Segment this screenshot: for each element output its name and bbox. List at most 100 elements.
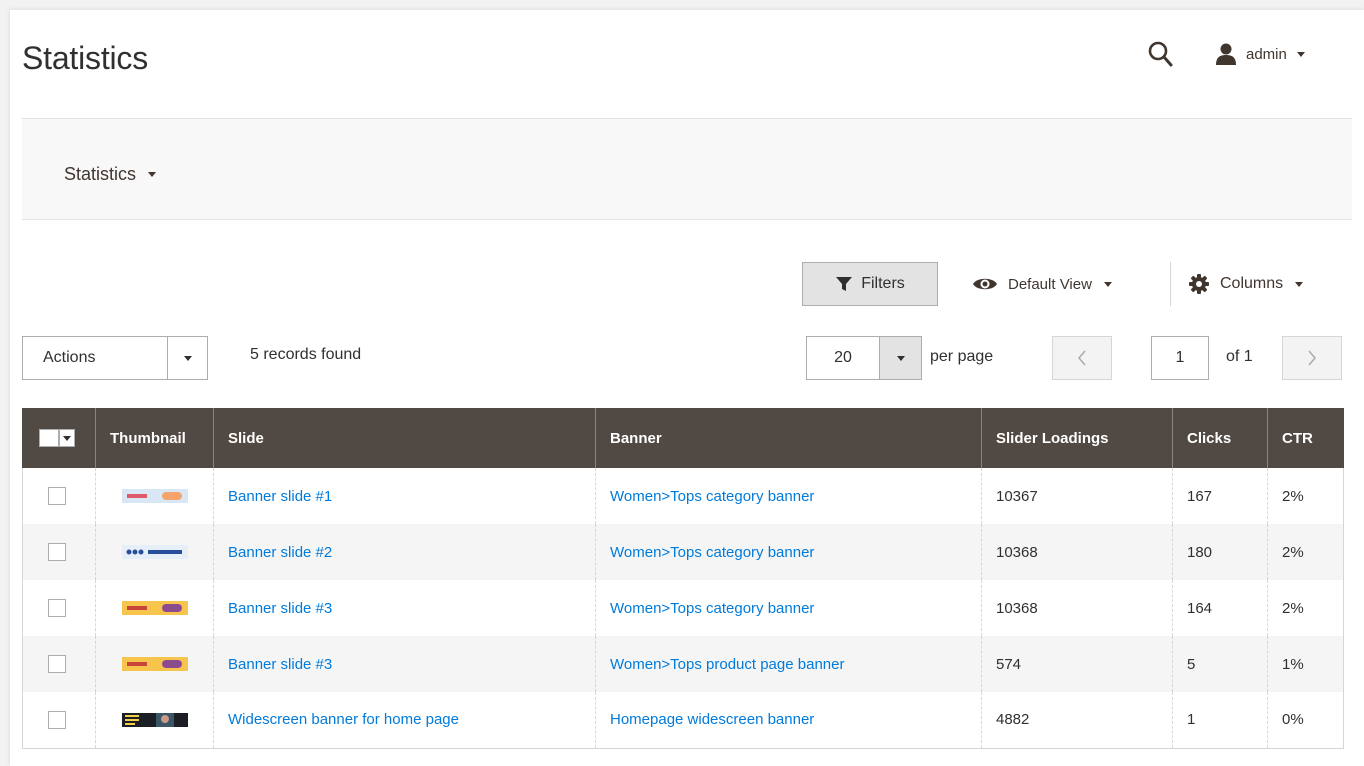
row-checkbox[interactable] (48, 487, 66, 505)
banner-link[interactable]: Women>Tops category banner (610, 488, 814, 505)
user-icon (1216, 43, 1236, 65)
column-header-ctr[interactable]: CTR (1267, 408, 1344, 468)
banner-cell: Women>Tops category banner (595, 580, 982, 636)
ctr-cell: 2% (1267, 580, 1344, 636)
filters-label: Filters (861, 275, 905, 292)
per-page-dropdown-arrow[interactable] (879, 337, 921, 379)
banner-cell: Women>Tops product page banner (595, 636, 982, 692)
clicks-cell: 164 (1172, 580, 1268, 636)
admin-username: admin (1246, 45, 1287, 63)
total-pages: of 1 (1226, 348, 1253, 365)
slider-loadings-cell: 10368 (981, 580, 1173, 636)
row-checkbox[interactable] (48, 543, 66, 561)
row-select-cell (22, 468, 96, 524)
table-row: Widescreen banner for home page Homepage… (22, 692, 1344, 749)
slide-link[interactable]: Banner slide #3 (228, 600, 332, 617)
mass-select-header (22, 408, 96, 468)
chevron-down-icon (1103, 281, 1112, 287)
actions-dropdown[interactable]: Actions (22, 336, 208, 380)
row-checkbox[interactable] (48, 710, 66, 729)
table-row: Banner slide #2 Women>Tops category bann… (22, 524, 1344, 580)
clicks-cell: 1 (1172, 692, 1268, 749)
slider-loadings-cell: 574 (981, 636, 1173, 692)
clicks-cell: 180 (1172, 524, 1268, 580)
chevron-down-icon (63, 435, 71, 441)
slide-cell: Banner slide #1 (213, 468, 596, 524)
default-view-menu[interactable]: Default View (972, 270, 1112, 298)
banner-thumb-red (121, 489, 188, 503)
column-header-clicks[interactable]: Clicks (1172, 408, 1268, 468)
banner-thumb-dark (121, 712, 188, 727)
banner-cell: Women>Tops category banner (595, 524, 982, 580)
filter-icon (836, 277, 853, 291)
mass-select-checkbox[interactable] (39, 429, 81, 447)
chevron-down-icon (896, 355, 905, 361)
slide-cell: Banner slide #3 (213, 636, 596, 692)
chevron-down-icon (1295, 281, 1304, 287)
eye-icon (973, 278, 997, 290)
banner-cell: Homepage widescreen banner (595, 692, 982, 749)
mass-select-box[interactable] (39, 429, 59, 447)
slide-link[interactable]: Banner slide #1 (228, 488, 332, 505)
banner-cell: Women>Tops category banner (595, 468, 982, 524)
thumbnail-cell (95, 692, 214, 749)
banner-link[interactable]: Homepage widescreen banner (610, 711, 814, 728)
column-header-thumbnail[interactable]: Thumbnail (95, 408, 214, 468)
slide-link[interactable]: Widescreen banner for home page (228, 711, 459, 728)
toolbar-divider (1170, 262, 1171, 306)
ctr-cell: 2% (1267, 468, 1344, 524)
columns-menu[interactable]: Columns (1188, 270, 1304, 298)
row-checkbox[interactable] (48, 599, 66, 617)
chevron-down-icon (1296, 51, 1305, 57)
banner-link[interactable]: Women>Tops category banner (610, 600, 814, 617)
thumbnail-cell (95, 580, 214, 636)
clicks-cell: 167 (1172, 468, 1268, 524)
search-icon[interactable] (1147, 40, 1173, 68)
thumbnail-cell (95, 636, 214, 692)
previous-page-button[interactable] (1052, 336, 1112, 380)
subnav-band: Statistics (22, 118, 1352, 220)
per-page-select[interactable]: 20 (806, 336, 922, 380)
slider-loadings-cell: 10368 (981, 524, 1173, 580)
page-title: Statistics (22, 40, 149, 76)
column-header-slide[interactable]: Slide (213, 408, 596, 468)
default-view-label: Default View (1008, 275, 1092, 293)
chevron-right-icon (1308, 350, 1317, 366)
thumbnail-cell (95, 468, 214, 524)
slide-link[interactable]: Banner slide #2 (228, 544, 332, 561)
table-row: Banner slide #3 Women>Tops category bann… (22, 580, 1344, 636)
mass-select-dropdown[interactable] (59, 429, 75, 447)
slider-loadings-cell: 10367 (981, 468, 1173, 524)
slide-link[interactable]: Banner slide #3 (228, 656, 332, 673)
actions-dropdown-arrow[interactable] (167, 337, 207, 379)
statistics-menu[interactable]: Statistics (64, 164, 157, 185)
banner-link[interactable]: Women>Tops product page banner (610, 656, 844, 673)
banner-link[interactable]: Women>Tops category banner (610, 544, 814, 561)
row-select-cell (22, 580, 96, 636)
actions-label: Actions (43, 349, 96, 366)
ctr-cell: 0% (1267, 692, 1344, 749)
columns-label: Columns (1220, 275, 1284, 292)
clicks-cell: 5 (1172, 636, 1268, 692)
records-found: 5 records found (250, 346, 362, 363)
gear-icon (1189, 274, 1209, 294)
table-header-row: Thumbnail Slide Banner Slider Loadings C… (22, 408, 1344, 468)
slider-loadings-cell: 4882 (981, 692, 1173, 749)
admin-user-menu[interactable]: admin (1214, 40, 1305, 68)
current-page-input[interactable] (1151, 336, 1209, 380)
statistics-menu-label: Statistics (64, 164, 137, 184)
slide-cell: Banner slide #3 (213, 580, 596, 636)
row-checkbox[interactable] (48, 655, 66, 673)
banner-thumb-blue (121, 545, 188, 559)
column-header-slider-loadings[interactable]: Slider Loadings (981, 408, 1173, 468)
statistics-table: Thumbnail Slide Banner Slider Loadings C… (22, 408, 1344, 749)
thumbnail-cell (95, 524, 214, 580)
row-select-cell (22, 636, 96, 692)
filters-button[interactable]: Filters (802, 262, 938, 306)
chevron-left-icon (1077, 350, 1086, 366)
column-header-banner[interactable]: Banner (595, 408, 982, 468)
per-page-value: 20 (807, 337, 879, 379)
table-row: Banner slide #3 Women>Tops product page … (22, 636, 1344, 692)
ctr-cell: 2% (1267, 524, 1344, 580)
next-page-button[interactable] (1282, 336, 1342, 380)
